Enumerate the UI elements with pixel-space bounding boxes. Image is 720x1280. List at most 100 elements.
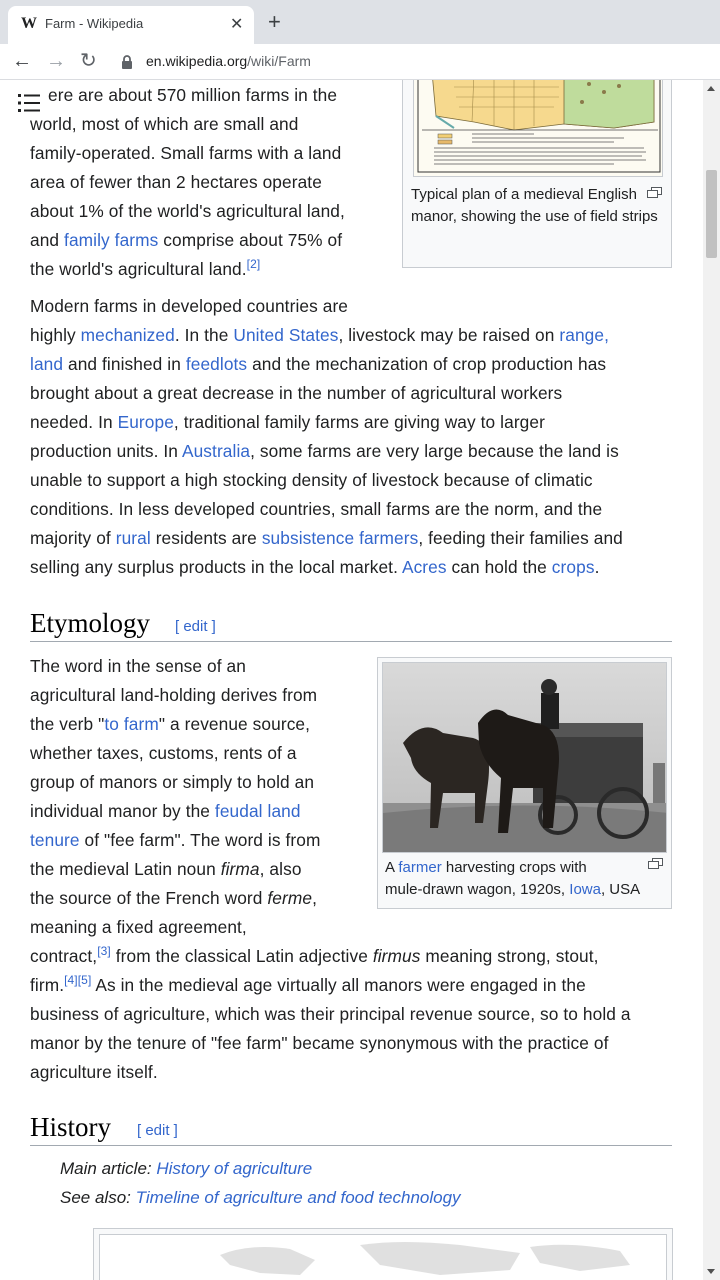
text-span: . In the bbox=[174, 325, 234, 345]
text-span: the source of the French word bbox=[30, 888, 268, 908]
heading-divider bbox=[30, 641, 672, 642]
link-land[interactable]: land bbox=[30, 354, 63, 374]
link-mechanized[interactable]: mechanized bbox=[81, 325, 175, 345]
heading-divider bbox=[30, 1145, 672, 1146]
text-span: meaning strong, stout, bbox=[420, 946, 599, 966]
figure-manor-caption: Typical plan of a medieval English manor… bbox=[411, 186, 658, 225]
text-span: of "fee farm". The word is from bbox=[79, 830, 321, 850]
hatnote-label: See also: bbox=[60, 1188, 136, 1207]
italic-term: firma bbox=[220, 859, 260, 879]
paragraph-line: land and finished in feedlots and the me… bbox=[30, 350, 680, 379]
paragraph-line: the source of the French word ferme, bbox=[30, 884, 680, 913]
reference-link[interactable]: [3] bbox=[97, 944, 111, 958]
table-of-contents-icon[interactable] bbox=[18, 91, 42, 115]
edit-history-link[interactable]: [ edit ] bbox=[137, 1122, 178, 1139]
text-span: the medieval Latin noun bbox=[30, 859, 221, 879]
scroll-thumb[interactable] bbox=[706, 170, 717, 258]
figure-history-map bbox=[93, 1228, 673, 1280]
forward-arrow-icon[interactable]: → bbox=[46, 50, 66, 72]
paragraph-line: conditions. In less developed countries,… bbox=[30, 499, 603, 519]
page-scrollbar[interactable] bbox=[703, 80, 720, 1280]
italic-term: ferme bbox=[267, 888, 313, 908]
browser-tab[interactable]: W Farm - Wikipedia ✕ bbox=[8, 6, 254, 44]
italic-term: firmus bbox=[372, 946, 421, 966]
reference-link[interactable]: [2] bbox=[247, 257, 261, 271]
link-timeline-of-agriculture[interactable]: Timeline of agriculture and food technol… bbox=[136, 1188, 461, 1207]
hatnote-see-also: See also: Timeline of agriculture and fo… bbox=[60, 1183, 461, 1212]
paragraph-line: agricultural land-holding derives from bbox=[30, 685, 318, 705]
page-viewport: Typical plan of a medieval English manor… bbox=[0, 80, 703, 1280]
link-to-farm[interactable]: to farm bbox=[104, 714, 158, 734]
link-australia[interactable]: Australia bbox=[182, 441, 250, 461]
paragraph-line: majority of rural residents are subsiste… bbox=[30, 524, 680, 553]
text-span: from the classical Latin adjective bbox=[110, 946, 373, 966]
enlarge-icon[interactable] bbox=[647, 187, 662, 198]
paragraph-line: contract,[3] from the classical Latin ad… bbox=[30, 942, 680, 971]
close-tab-icon[interactable]: ✕ bbox=[230, 14, 243, 34]
link-history-of-agriculture[interactable]: History of agriculture bbox=[156, 1159, 312, 1178]
new-tab-icon[interactable]: + bbox=[268, 11, 281, 33]
text-span: firm. bbox=[30, 975, 65, 995]
link-range[interactable]: range, bbox=[559, 325, 609, 345]
link-feudal-land-tenure[interactable]: tenure bbox=[30, 830, 80, 850]
reload-icon[interactable]: ↻ bbox=[80, 50, 97, 72]
text-span: the world's agricultural land. bbox=[30, 259, 247, 279]
tab-title: Farm - Wikipedia bbox=[45, 16, 144, 31]
etymology-paragraph: The word in the sense of an agricultural… bbox=[30, 652, 680, 1087]
intro-paragraph-1: ere are about 570 million farms in the w… bbox=[30, 81, 390, 284]
world-map-image[interactable] bbox=[99, 1234, 667, 1280]
paragraph-line: whether taxes, customs, rents of a bbox=[30, 743, 297, 763]
scroll-down-arrow-icon[interactable] bbox=[707, 1269, 715, 1274]
text-span: As in the medieval age virtually all man… bbox=[91, 975, 586, 995]
text-span: selling any surplus products in the loca… bbox=[30, 557, 402, 577]
back-arrow-icon[interactable]: ← bbox=[12, 50, 32, 72]
paragraph-line: selling any surplus products in the loca… bbox=[30, 553, 680, 582]
text-span: can hold the bbox=[446, 557, 552, 577]
heading-etymology: Etymology bbox=[30, 608, 150, 638]
paragraph-line: individual manor by the feudal land bbox=[30, 797, 680, 826]
scroll-up-arrow-icon[interactable] bbox=[707, 86, 715, 91]
paragraph-line: firm.[4][5] As in the medieval age virtu… bbox=[30, 971, 680, 1000]
link-feedlots[interactable]: feedlots bbox=[186, 354, 247, 374]
intro-paragraph-2: Modern farms in developed countries are … bbox=[30, 292, 680, 582]
link-united-states[interactable]: United States bbox=[233, 325, 338, 345]
paragraph-line: group of manors or simply to hold an bbox=[30, 772, 315, 792]
lock-icon bbox=[122, 55, 132, 69]
paragraph-line: the medieval Latin noun firma, also bbox=[30, 855, 680, 884]
paragraph-line: manor by the tenure of "fee farm" became… bbox=[30, 1033, 609, 1053]
intro-line: and family farms comprise about 75% of bbox=[30, 226, 390, 255]
link-feudal-land-tenure[interactable]: feudal land bbox=[215, 801, 301, 821]
intro-line: world, most of which are small and bbox=[30, 114, 299, 134]
link-rural[interactable]: rural bbox=[116, 528, 151, 548]
paragraph-line: business of agriculture, which was their… bbox=[30, 1004, 631, 1024]
intro-line: area of fewer than 2 hectares operate bbox=[30, 172, 322, 192]
paragraph-line: The word in the sense of an bbox=[30, 656, 246, 676]
link-europe[interactable]: Europe bbox=[118, 412, 174, 432]
text-span: contract, bbox=[30, 946, 98, 966]
url-path: /wiki/Farm bbox=[247, 53, 311, 69]
text-span: , traditional family farms are giving wa… bbox=[173, 412, 545, 432]
hatnote-label: Main article: bbox=[60, 1159, 157, 1178]
paragraph-line: meaning a fixed agreement, bbox=[30, 917, 247, 937]
manor-map-image[interactable] bbox=[413, 80, 663, 177]
article-content: Typical plan of a medieval English manor… bbox=[0, 80, 703, 1280]
link-family-farms[interactable]: family farms bbox=[64, 230, 158, 250]
paragraph-line: agriculture itself. bbox=[30, 1062, 158, 1082]
edit-etymology-link[interactable]: [ edit ] bbox=[175, 618, 216, 635]
intro-line: about 1% of the world's agricultural lan… bbox=[30, 201, 345, 221]
text-span: , feeding their families and bbox=[418, 528, 623, 548]
hatnote-main-article: Main article: History of agriculture bbox=[60, 1154, 312, 1183]
paragraph-line: tenure of "fee farm". The word is from bbox=[30, 826, 680, 855]
text-span: production units. In bbox=[30, 441, 182, 461]
paragraph-line: production units. In Australia, some far… bbox=[30, 437, 680, 466]
text-span: and finished in bbox=[63, 354, 186, 374]
link-crops[interactable]: crops bbox=[552, 557, 595, 577]
link-subsistence-farmers[interactable]: subsistence farmers bbox=[262, 528, 419, 548]
link-acres[interactable]: Acres bbox=[402, 557, 447, 577]
address-bar[interactable]: en.wikipedia.org/wiki/Farm bbox=[146, 53, 311, 69]
browser-toolbar: ← → ↻ en.wikipedia.org/wiki/Farm bbox=[0, 44, 720, 80]
text-span: , also bbox=[259, 859, 302, 879]
intro-line: ere are about 570 million farms in the bbox=[48, 85, 338, 105]
text-span: needed. In bbox=[30, 412, 118, 432]
reference-link[interactable]: [4][5] bbox=[64, 973, 91, 987]
